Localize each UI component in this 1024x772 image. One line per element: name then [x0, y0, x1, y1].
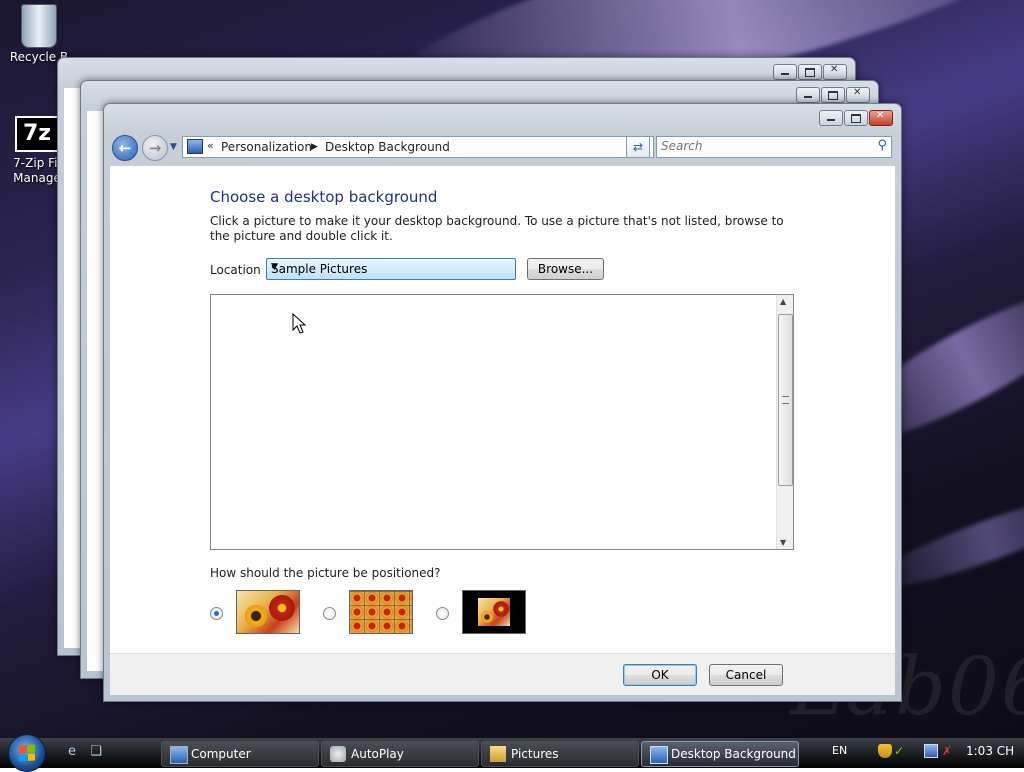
position-tile-image[interactable]: [349, 590, 413, 634]
position-question: How should the picture be positioned?: [210, 566, 441, 580]
recent-pages-dropdown-icon[interactable]: ▼: [170, 142, 177, 152]
taskbar-item-label: Computer: [191, 747, 251, 761]
taskbar: e ❏ Computer AutoPlay Pictures Desktop B…: [0, 734, 1024, 772]
forward-button[interactable]: →: [142, 135, 168, 161]
breadcrumb-personalization[interactable]: Personalization: [221, 140, 312, 154]
network-icon[interactable]: [924, 744, 938, 758]
check-icon[interactable]: ✓: [894, 744, 908, 758]
dialog-footer: OK Cancel: [110, 653, 895, 695]
search-box[interactable]: ⚲: [656, 136, 892, 158]
search-input[interactable]: [657, 137, 865, 155]
scroll-down-icon[interactable]: ▼: [780, 538, 786, 547]
maximize-button[interactable]: [844, 110, 868, 126]
volume-muted-icon[interactable]: ✗: [942, 744, 956, 758]
7zip-icon: 7z: [15, 116, 59, 152]
ok-button[interactable]: OK: [623, 664, 697, 686]
maximize-button[interactable]: [821, 87, 845, 103]
vertical-scrollbar[interactable]: ▲ ▼: [776, 295, 793, 549]
sunflower-icon: [243, 603, 269, 629]
taskbar-item-computer[interactable]: Computer: [161, 741, 319, 767]
browse-button[interactable]: Browse...: [527, 258, 604, 280]
scrollbar-thumb[interactable]: [778, 314, 793, 486]
maximize-button[interactable]: [798, 64, 822, 80]
gerbera-icon: [492, 600, 510, 618]
clock[interactable]: 1:03 CH: [966, 744, 1014, 758]
search-icon[interactable]: ⚲: [877, 138, 887, 153]
page-title: Choose a desktop background: [210, 188, 438, 206]
scroll-up-icon[interactable]: ▲: [780, 297, 786, 306]
location-label: Location: [210, 263, 261, 277]
minimize-button[interactable]: [773, 64, 797, 80]
folder-icon: [490, 746, 506, 762]
language-indicator[interactable]: EN: [832, 744, 847, 757]
windows-logo-icon: [19, 744, 35, 762]
internet-explorer-icon[interactable]: e: [64, 744, 80, 760]
radio-fit-to-screen[interactable]: [210, 607, 223, 620]
breadcrumb-separator-icon[interactable]: ▶: [311, 142, 318, 152]
recycle-bin-icon: [21, 4, 57, 48]
minimize-button[interactable]: [796, 87, 820, 103]
address-bar[interactable]: « Personalization ▶ Desktop Background ▼: [182, 136, 654, 158]
chevron-down-icon: ▼: [271, 262, 278, 272]
radio-center[interactable]: [436, 607, 449, 620]
taskbar-item-label: AutoPlay: [351, 747, 404, 761]
computer-icon: [170, 746, 188, 764]
control-panel-icon: [187, 139, 203, 154]
minimize-button[interactable]: [819, 110, 843, 126]
close-button[interactable]: [869, 110, 893, 126]
navigation-bar: ← → ▼ « Personalization ▶ Desktop Backgr…: [110, 134, 895, 162]
breadcrumb-desktop-background[interactable]: Desktop Background: [325, 140, 450, 154]
security-shield-icon[interactable]: [878, 744, 892, 758]
scrollbar-grip-icon: [782, 396, 789, 404]
content-pane: Choose a desktop background Click a pict…: [110, 165, 895, 653]
location-dropdown[interactable]: Sample Pictures ▼: [266, 258, 516, 280]
autoplay-icon: [330, 746, 346, 762]
position-center-image[interactable]: [462, 590, 526, 634]
desktop: Lab06 Recycle B 7z 7-Zip Fil Manage ← → …: [0, 0, 1024, 738]
cancel-button[interactable]: Cancel: [709, 664, 783, 686]
close-button[interactable]: [846, 87, 870, 103]
position-fit-to-screen-image[interactable]: [236, 590, 300, 634]
recycle-bin-desktop-icon[interactable]: Recycle B: [4, 0, 74, 65]
back-button[interactable]: ←: [112, 135, 138, 161]
overflow-chevron-icon[interactable]: «: [207, 139, 214, 152]
refresh-button[interactable]: ⇄: [626, 136, 650, 158]
close-button[interactable]: [823, 64, 847, 80]
taskbar-item-desktop-background[interactable]: Desktop Background: [641, 741, 799, 767]
taskbar-item-autoplay[interactable]: AutoPlay: [321, 741, 479, 767]
switch-windows-icon[interactable]: ❏: [88, 744, 104, 760]
mouse-cursor-icon: [292, 313, 307, 334]
taskbar-item-pictures[interactable]: Pictures: [481, 741, 639, 767]
desktop-background-window[interactable]: ← → ▼ « Personalization ▶ Desktop Backgr…: [103, 103, 902, 702]
taskbar-item-label: Pictures: [511, 747, 559, 761]
taskbar-item-label: Desktop Background: [671, 747, 796, 761]
centered-picture: [478, 598, 510, 626]
start-button[interactable]: [8, 734, 46, 772]
display-icon: [650, 746, 668, 764]
radio-tile[interactable]: [323, 607, 336, 620]
sunflower-icon: [480, 610, 494, 624]
gerbera-icon: [267, 593, 297, 623]
page-description: Click a picture to make it your desktop …: [210, 214, 784, 243]
